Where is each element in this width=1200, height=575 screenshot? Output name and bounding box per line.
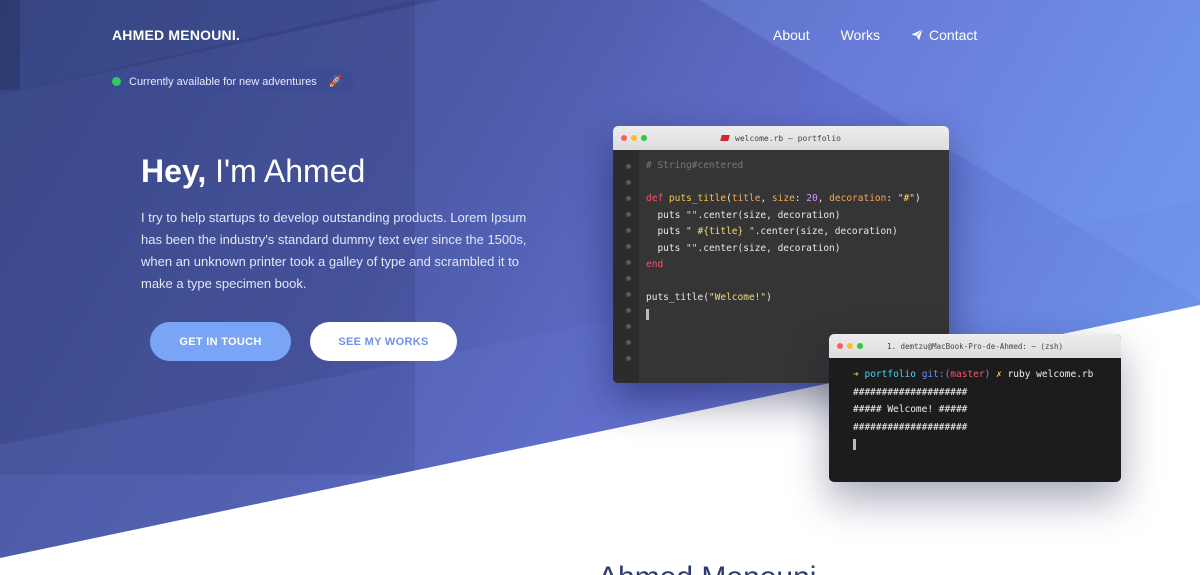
prompt-dir: portfolio: [864, 369, 916, 380]
code-string: "#": [897, 193, 915, 204]
code-text: :: [886, 193, 898, 204]
gutter-dot: [626, 340, 631, 345]
availability-badge: Currently available for new adventures 🚀: [104, 70, 354, 93]
code-string: " #{title} ": [686, 226, 755, 237]
code-text: ): [914, 193, 921, 204]
gutter-dot: [626, 356, 631, 361]
code-text: puts: [646, 209, 687, 221]
section-heading: Ahmed Menouni: [598, 561, 816, 575]
see-my-works-button[interactable]: SEE MY WORKS: [310, 322, 457, 361]
gutter-dot: [626, 180, 631, 185]
editor-gutter: [613, 150, 639, 383]
prompt-branch: master: [950, 369, 985, 380]
availability-text: Currently available for new adventures: [129, 75, 317, 88]
code-text: .center(size, decoration): [754, 226, 898, 237]
terminal-title: 1. demtzu@MacBook-Pro-de-Ahmed: ~ (zsh): [886, 341, 1064, 351]
nav-contact[interactable]: Contact: [911, 27, 977, 43]
prompt-arrow-icon: ➜: [853, 369, 859, 380]
terminal-output: ➜ portfolio git:(master) ✗ ruby welcome.…: [853, 366, 1093, 454]
code-arg: decoration: [829, 193, 887, 204]
code-text: puts: [646, 226, 687, 237]
editor-titlebar: welcome.rb — portfolio: [613, 126, 949, 150]
terminal-cursor: [853, 439, 856, 450]
get-in-touch-button[interactable]: GET IN TOUCH: [150, 322, 291, 361]
code-text: .center(size, decoration): [697, 242, 841, 254]
code-text: :: [794, 193, 807, 204]
code-text: .center(size, decoration): [697, 209, 841, 221]
code-string: "": [686, 242, 698, 254]
paper-plane-icon: [911, 29, 923, 41]
gutter-dot: [626, 308, 631, 313]
gutter-dot: [626, 292, 631, 297]
code-function: puts_title: [668, 193, 727, 204]
hero-heading: Hey, I'm Ahmed: [141, 153, 365, 190]
code-arg: title: [731, 193, 761, 204]
code-keyword: end: [646, 259, 664, 270]
gutter-dot: [626, 228, 631, 233]
nav-about[interactable]: About: [773, 27, 810, 43]
gutter-dot: [626, 196, 631, 201]
terminal-output-line: ##### Welcome! #####: [853, 404, 968, 415]
terminal-window: 1. demtzu@MacBook-Pro-de-Ahmed: ~ (zsh) …: [829, 334, 1121, 482]
bg-shape: [0, 0, 20, 90]
hero-greeting-name: I'm Ahmed: [215, 153, 366, 189]
ruby-icon: [720, 135, 730, 141]
gutter-dot: [626, 324, 631, 329]
main-nav: About Works Contact: [773, 27, 977, 43]
editor-title: welcome.rb — portfolio: [613, 134, 949, 143]
code-comment: # String#centered: [646, 160, 744, 171]
status-dot: [112, 77, 121, 86]
gutter-dot: [626, 244, 631, 249]
prompt-dirty-icon: ✗: [996, 369, 1002, 380]
gutter-dot: [626, 260, 631, 265]
hero-intro: I try to help startups to develop outsta…: [141, 210, 527, 291]
prompt-git-close: ): [984, 369, 991, 380]
terminal-output-line: ####################: [853, 421, 968, 433]
code-text: ,: [760, 193, 772, 204]
nav-contact-label: Contact: [929, 27, 978, 43]
code-text: puts: [646, 242, 687, 254]
hero-greeting-bold: Hey,: [141, 153, 207, 189]
gutter-dot: [626, 276, 631, 281]
code-string: "Welcome!": [708, 292, 767, 303]
rocket-icon: 🚀: [328, 76, 343, 88]
code-text: ,: [817, 193, 830, 204]
code-number: 20: [806, 193, 818, 204]
gutter-dot: [626, 212, 631, 217]
nav-works[interactable]: Works: [841, 27, 880, 43]
terminal-titlebar: 1. demtzu@MacBook-Pro-de-Ahmed: ~ (zsh): [829, 334, 1121, 358]
editor-code: # String#centered def puts_title(title, …: [646, 158, 921, 323]
code-string: "": [686, 209, 698, 221]
text-cursor: [646, 308, 649, 320]
site-logo[interactable]: AHMED MENOUNI.: [112, 27, 240, 43]
code-text: ): [766, 292, 772, 303]
code-text: puts_title(: [646, 292, 709, 303]
gutter-dot: [626, 164, 631, 169]
prompt-git: git:(: [921, 369, 951, 380]
terminal-command: ruby welcome.rb: [1007, 369, 1094, 380]
terminal-output-line: ####################: [853, 386, 968, 398]
code-arg: size: [771, 193, 795, 204]
code-keyword: def: [646, 193, 664, 204]
editor-title-text: welcome.rb — portfolio: [735, 133, 841, 143]
